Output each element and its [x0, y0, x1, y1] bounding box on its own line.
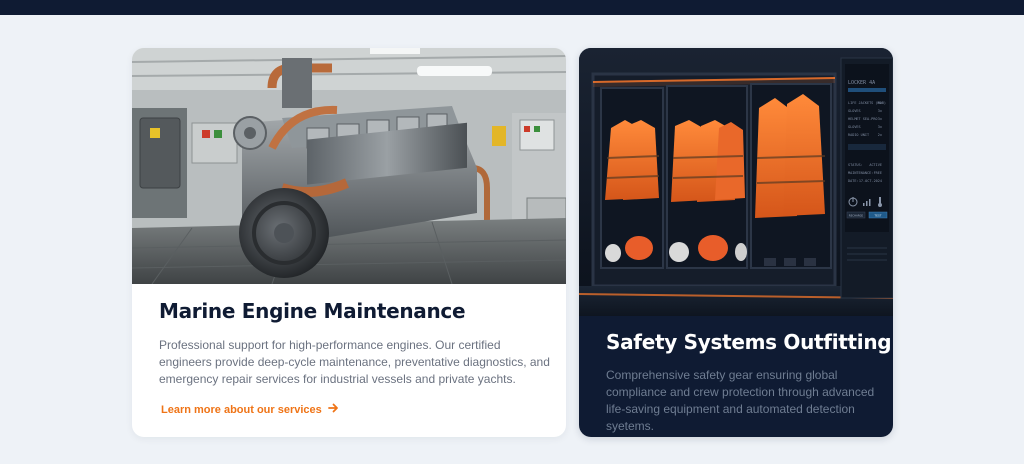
card-title: Marine Engine Maintenance [159, 299, 466, 323]
locker-status-label: DATE: [848, 179, 859, 183]
locker-row-value: 3x [878, 125, 882, 129]
locker-row-label: GLOVES [848, 125, 861, 129]
locker-status-value: 17-OCT-2024 [859, 179, 882, 183]
locker-status-label: MAINTENANCE: [848, 171, 873, 175]
locker-row-label: HELMET SEA-PRO [848, 117, 878, 121]
service-card-safety: LOCKER 4A LIFE JACKETS (MOB) 8x GLOVES 3… [579, 48, 893, 437]
locker-row-value: 8x [878, 101, 882, 105]
locker-status-label: STATUS: [848, 163, 863, 167]
life-jacket-locker-image: LOCKER 4A LIFE JACKETS (MOB) 8x GLOVES 3… [579, 48, 893, 316]
card-description: Professional support for high-performanc… [159, 338, 550, 386]
learn-more-label: Learn more about our services [161, 403, 322, 416]
locker-row-value: 3x [878, 117, 882, 121]
arrow-right-icon [327, 403, 339, 416]
locker-row-value: 3x [878, 109, 882, 113]
locker-row-label: GLOVES [848, 109, 861, 113]
locker-row-value: 2x [878, 133, 882, 137]
engine-room-image [132, 48, 566, 284]
locker-status-value: FREE [874, 171, 882, 175]
recharge-button-label: RECHARGE [849, 214, 864, 218]
service-card-engine: Marine Engine Maintenance Professional s… [132, 48, 566, 437]
test-button-label: TEST [874, 214, 881, 218]
locker-row-label: RADIO UNIT [848, 133, 870, 137]
top-bar [0, 0, 1024, 15]
locker-status-value: ACTIVE [869, 163, 882, 167]
locker-panel-title: LOCKER 4A [848, 80, 875, 86]
learn-more-link[interactable]: Learn more about our services [161, 403, 339, 416]
card-description: Comprehensive safety gear ensuring globa… [606, 368, 875, 433]
card-title: Safety Systems Outfitting [606, 330, 892, 354]
